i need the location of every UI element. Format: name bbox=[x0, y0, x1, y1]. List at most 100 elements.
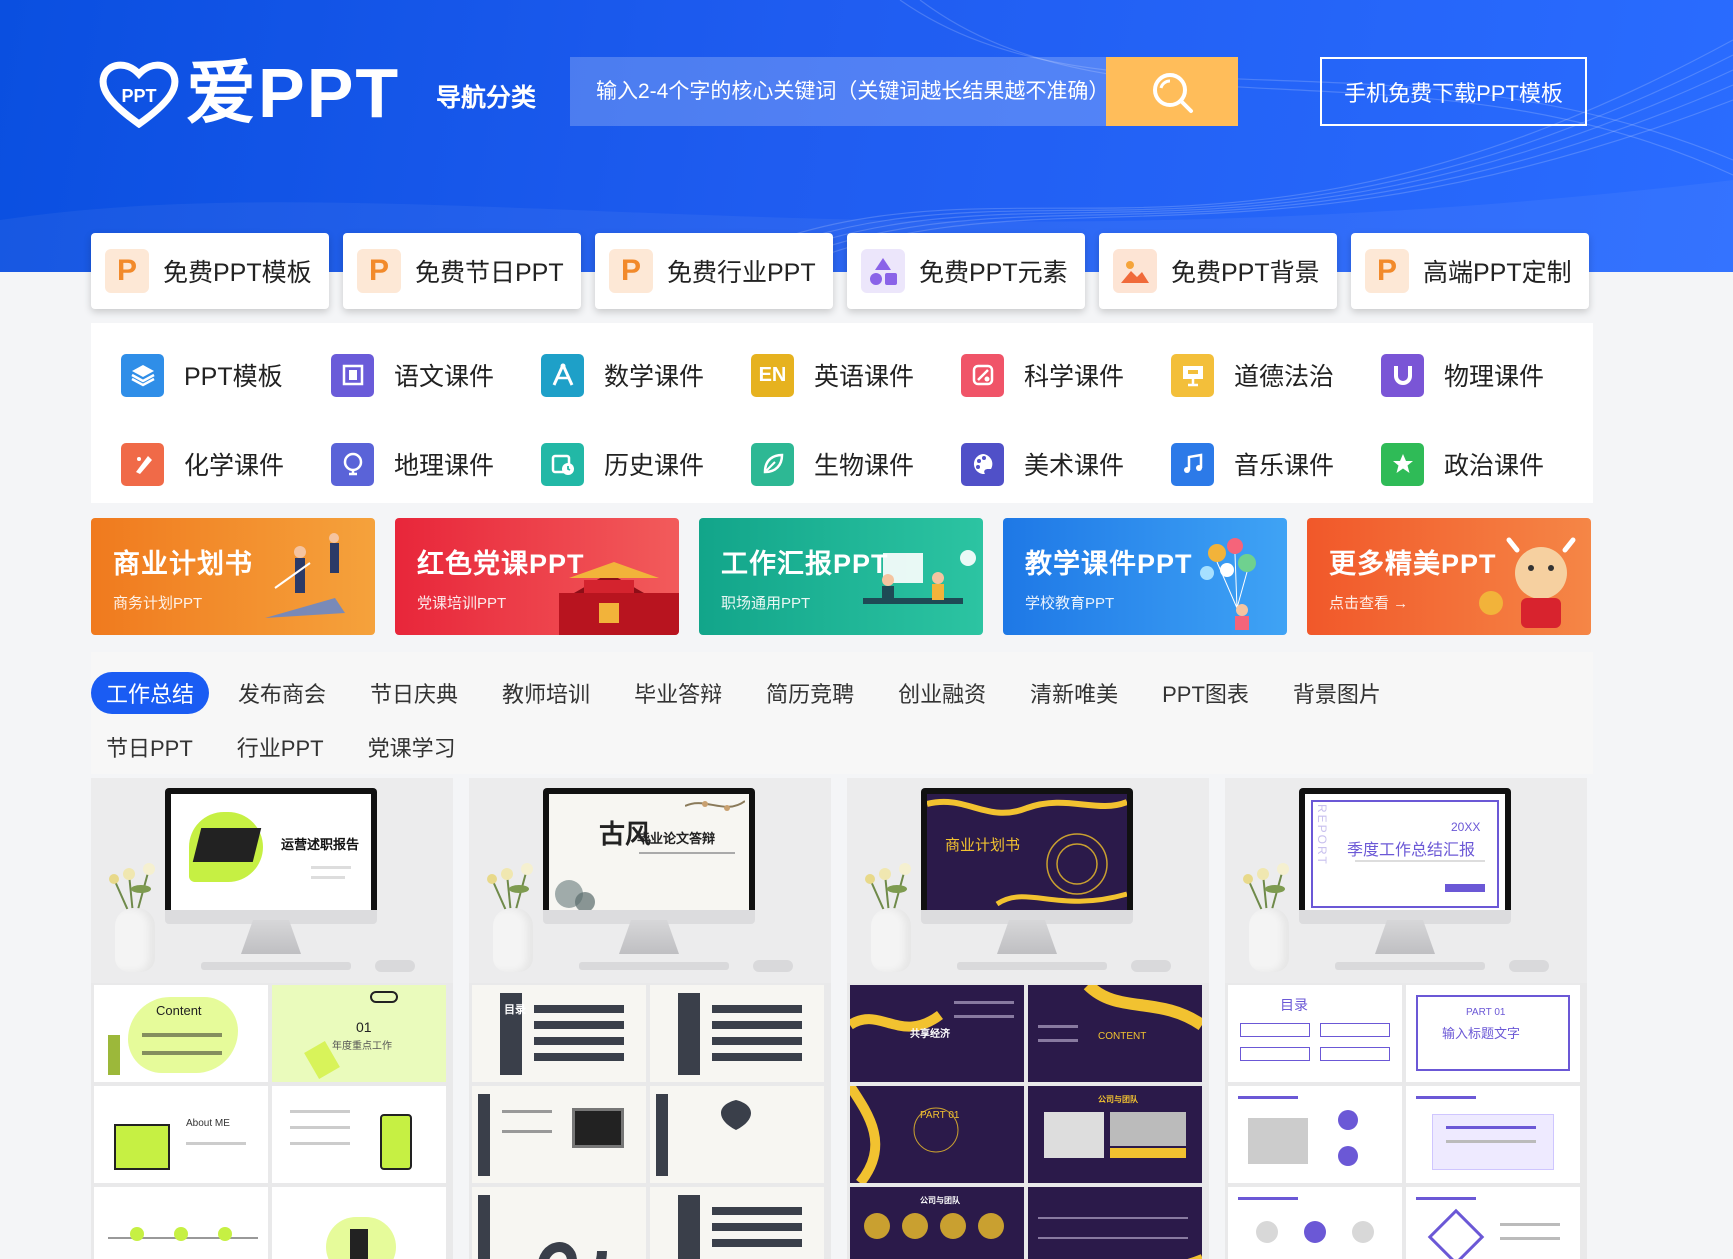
search-button[interactable] bbox=[1106, 57, 1238, 126]
en-icon: EN bbox=[751, 353, 794, 397]
search-input[interactable] bbox=[570, 57, 1106, 126]
category-cards: P 免费PPT模板 P 免费节日PPT P 免费行业PPT 免费PPT元素 免费… bbox=[91, 233, 1593, 309]
subject-ppt-templates[interactable]: PPT模板 bbox=[121, 353, 331, 397]
subject-science[interactable]: 科学课件 bbox=[961, 353, 1171, 397]
site-logo[interactable]: PPT 爱PPT bbox=[98, 58, 400, 128]
card-label: 免费行业PPT bbox=[667, 259, 816, 287]
card-free-industry-ppt[interactable]: P 免费行业PPT bbox=[595, 233, 833, 309]
tab-work-summary[interactable]: 工作总结 bbox=[91, 672, 210, 714]
tab-party-study[interactable]: 党课学习 bbox=[353, 726, 471, 768]
subject-politics[interactable]: 政治课件 bbox=[1381, 442, 1591, 486]
tab-launch-event[interactable]: 发布商会 bbox=[223, 672, 341, 714]
banner-work-report[interactable]: 工作汇报PPT 职场通用PPT bbox=[699, 518, 983, 635]
banner-more-ppt[interactable]: 更多精美PPT 点击查看 → bbox=[1307, 518, 1591, 635]
template-preview: 运营述职报告 bbox=[91, 778, 453, 983]
banner-party-course[interactable]: 红色党课PPT 党课培训PPT bbox=[395, 518, 679, 635]
search-icon bbox=[1153, 72, 1193, 113]
subject-label: 数学课件 bbox=[604, 363, 705, 391]
card-free-ppt-templates[interactable]: P 免费PPT模板 bbox=[91, 233, 329, 309]
subject-chinese[interactable]: 语文课件 bbox=[331, 353, 541, 397]
slide-text: 01 bbox=[356, 1019, 372, 1035]
globe-icon bbox=[331, 442, 374, 486]
monitor: REPORT 20XX 季度工作总结汇报 bbox=[1299, 788, 1511, 920]
tab-resume-campaign[interactable]: 简历竞聘 bbox=[751, 672, 869, 714]
banner-subtitle: 点击查看 → bbox=[1329, 595, 1409, 612]
mobile-download-button[interactable]: 手机免费下载PPT模板 bbox=[1320, 57, 1587, 126]
banner-subtitle: 学校教育PPT bbox=[1025, 595, 1115, 612]
page: PPT 爱PPT 导航分类 手机免费下载PPT模板 P 免费PPT模板 P 免费 bbox=[0, 0, 1733, 1259]
slide-text: 公司与团队 bbox=[1098, 1095, 1138, 1104]
slide-previews: Content 01 年度重点工作 About ME bbox=[94, 985, 450, 1259]
magnet-icon bbox=[1381, 353, 1424, 397]
subject-label: 历史课件 bbox=[604, 452, 705, 480]
tab-startup-financing[interactable]: 创业融资 bbox=[883, 672, 1001, 714]
tab-list: 工作总结 发布商会 节日庆典 教师培训 毕业答辩 简历竞聘 创业融资 清新唯美 … bbox=[91, 672, 1511, 768]
tab-industry-ppt[interactable]: 行业PPT bbox=[222, 726, 339, 768]
template-card[interactable]: 商业计划书 共享经济 CONTENT PART 01 公司与团队 公司与团队 bbox=[847, 778, 1209, 1259]
ppt-p-icon: P bbox=[609, 249, 653, 293]
slide-text: Content bbox=[156, 1003, 202, 1018]
subject-biology[interactable]: 生物课件 bbox=[751, 442, 961, 486]
subject-geography[interactable]: 地理课件 bbox=[331, 442, 541, 486]
banner-subtitle: 党课培训PPT bbox=[417, 595, 507, 612]
card-premium-ppt-custom[interactable]: P 高端PPT定制 bbox=[1351, 233, 1589, 309]
template-grid: 运营述职报告 Content 01 年度重点工作 About ME 古风 毕业论… bbox=[91, 778, 1593, 1259]
leaf-icon bbox=[751, 442, 794, 486]
banner-business-plan[interactable]: 商业计划书 商务计划PPT bbox=[91, 518, 375, 635]
shapes-icon bbox=[861, 249, 905, 293]
tab-ppt-charts[interactable]: PPT图表 bbox=[1147, 672, 1264, 714]
palette-icon bbox=[961, 442, 1004, 486]
subject-label: 音乐课件 bbox=[1234, 452, 1335, 480]
subject-chemistry[interactable]: 化学课件 bbox=[121, 442, 331, 486]
template-preview: REPORT 20XX 季度工作总结汇报 bbox=[1225, 778, 1587, 983]
card-free-ppt-elements[interactable]: 免费PPT元素 bbox=[847, 233, 1085, 309]
subject-morality-law[interactable]: 道德法治 bbox=[1171, 353, 1381, 397]
tab-holiday-celebration[interactable]: 节日庆典 bbox=[355, 672, 473, 714]
slide-text: 目录 bbox=[504, 1004, 526, 1016]
template-card[interactable]: REPORT 20XX 季度工作总结汇报 目录 PART 01 输入标题文字 bbox=[1225, 778, 1587, 1259]
search-bar bbox=[570, 57, 1238, 126]
board-icon bbox=[1171, 353, 1214, 397]
banner-title: 工作汇报PPT bbox=[721, 549, 889, 579]
tab-teacher-training[interactable]: 教师培训 bbox=[487, 672, 605, 714]
subject-label: 道德法治 bbox=[1234, 363, 1335, 391]
screen-vertical-text: REPORT bbox=[1315, 804, 1329, 866]
subject-physics[interactable]: 物理课件 bbox=[1381, 353, 1591, 397]
logo-text: 爱PPT bbox=[186, 54, 401, 132]
subject-label: 政治课件 bbox=[1444, 452, 1545, 480]
nav-category-link[interactable]: 导航分类 bbox=[436, 78, 536, 114]
banner-title: 教学课件PPT bbox=[1025, 549, 1193, 579]
subject-english[interactable]: EN 英语课件 bbox=[751, 353, 961, 397]
heart-logo-icon: PPT bbox=[99, 61, 179, 128]
tab-holiday-ppt[interactable]: 节日PPT bbox=[91, 726, 208, 768]
vase bbox=[115, 908, 155, 972]
monitor: 商业计划书 bbox=[921, 788, 1133, 920]
ppt-p-icon: P bbox=[357, 249, 401, 293]
banner-teaching-course[interactable]: 教学课件PPT 学校教育PPT bbox=[1003, 518, 1287, 635]
slide-text: PART 01 bbox=[1466, 1007, 1506, 1018]
card-free-holiday-ppt[interactable]: P 免费节日PPT bbox=[343, 233, 581, 309]
subject-label: 美术课件 bbox=[1024, 452, 1125, 480]
compass-icon bbox=[541, 353, 584, 397]
subject-label: PPT模板 bbox=[184, 363, 283, 391]
music-icon bbox=[1171, 442, 1214, 486]
tab-graduation-defense[interactable]: 毕业答辩 bbox=[619, 672, 737, 714]
slide-text: PART 01 bbox=[920, 1110, 960, 1121]
banner-subtitle: 职场通用PPT bbox=[721, 595, 811, 612]
svg-text:PPT: PPT bbox=[121, 86, 156, 106]
clock-icon bbox=[541, 442, 584, 486]
subject-math[interactable]: 数学课件 bbox=[541, 353, 751, 397]
slide-previews: 目录 PART 01 输入标题文字 bbox=[1228, 985, 1584, 1259]
subject-history[interactable]: 历史课件 bbox=[541, 442, 751, 486]
subject-music[interactable]: 音乐课件 bbox=[1171, 442, 1381, 486]
vase bbox=[493, 908, 533, 972]
template-card[interactable]: 古风 毕业论文答辩 目录 bbox=[469, 778, 831, 1259]
tab-fresh-elegant[interactable]: 清新唯美 bbox=[1015, 672, 1133, 714]
subject-art[interactable]: 美术课件 bbox=[961, 442, 1171, 486]
card-free-ppt-backgrounds[interactable]: 免费PPT背景 bbox=[1099, 233, 1337, 309]
template-card[interactable]: 运营述职报告 Content 01 年度重点工作 About ME bbox=[91, 778, 453, 1259]
tab-background-images[interactable]: 背景图片 bbox=[1278, 672, 1396, 714]
image-icon bbox=[1113, 249, 1157, 293]
star-icon bbox=[1381, 442, 1424, 486]
subject-label: 科学课件 bbox=[1024, 363, 1125, 391]
